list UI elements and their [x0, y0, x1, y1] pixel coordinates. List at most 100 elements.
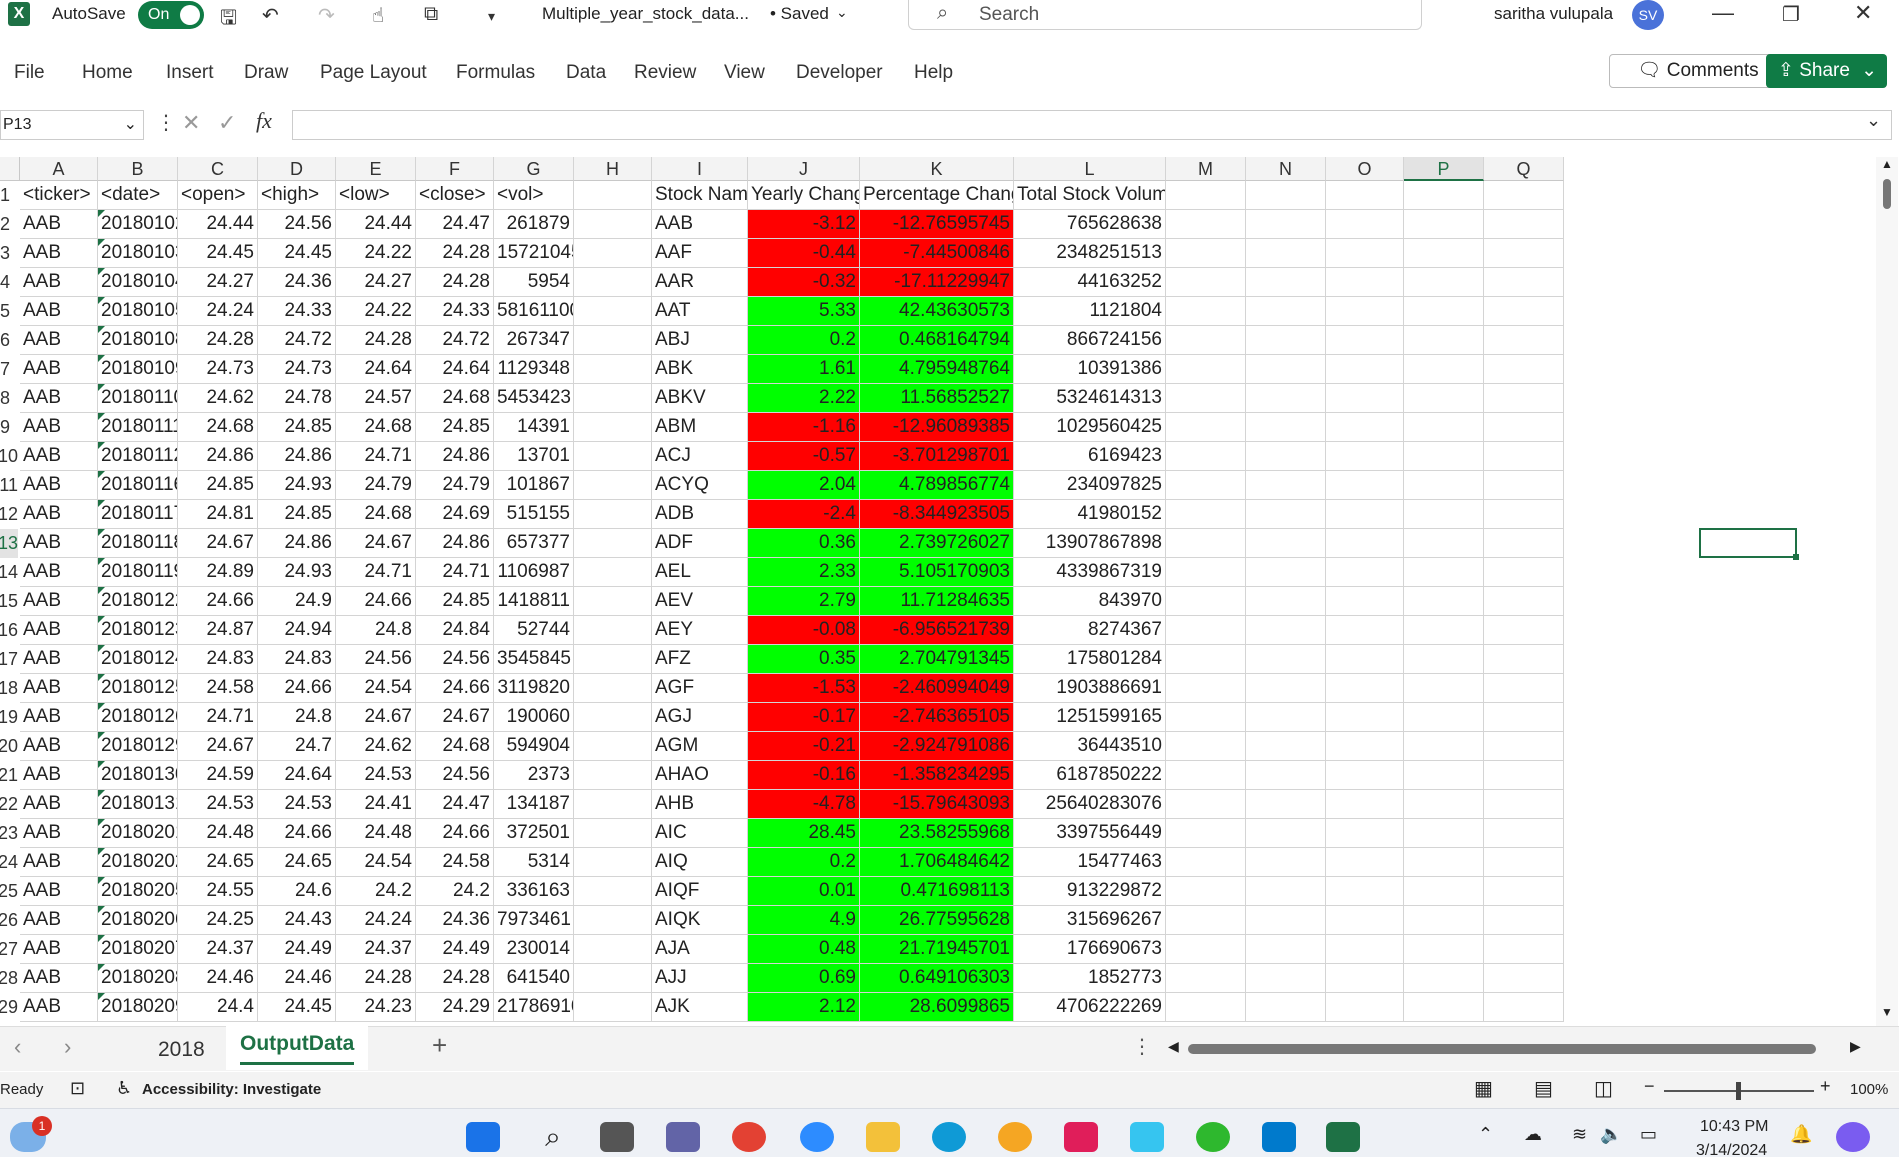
- table-cell[interactable]: 24.65: [258, 848, 336, 877]
- empty-cell[interactable]: [1484, 529, 1564, 558]
- empty-cell[interactable]: [1404, 500, 1484, 529]
- percentage-change-cell[interactable]: 0.649106303: [860, 964, 1014, 993]
- column-header-i[interactable]: I: [652, 157, 748, 181]
- percentage-change-cell[interactable]: 0.468164794: [860, 326, 1014, 355]
- yearly-change-cell[interactable]: 0.01: [748, 877, 860, 906]
- stock-name-cell[interactable]: ADF: [652, 529, 748, 558]
- sheet-tab-2018[interactable]: 2018: [158, 1038, 205, 1062]
- empty-cell[interactable]: [1166, 703, 1246, 732]
- table-cell[interactable]: 24.33: [258, 297, 336, 326]
- table-cell[interactable]: 21786910: [494, 993, 574, 1022]
- table-cell[interactable]: AAB: [20, 732, 98, 761]
- table-cell[interactable]: 24.71: [416, 558, 494, 587]
- column-header-f[interactable]: F: [416, 157, 494, 181]
- empty-cell[interactable]: [574, 790, 652, 819]
- total-volume-cell[interactable]: 8274367: [1014, 616, 1166, 645]
- table-cell[interactable]: 24.58: [416, 848, 494, 877]
- empty-cell[interactable]: [1166, 645, 1246, 674]
- empty-cell[interactable]: [1246, 297, 1326, 326]
- empty-cell[interactable]: [1246, 819, 1326, 848]
- tab-view[interactable]: View: [724, 62, 765, 84]
- empty-cell[interactable]: [1246, 761, 1326, 790]
- undo-icon[interactable]: ↶: [262, 3, 279, 28]
- empty-cell[interactable]: [574, 993, 652, 1022]
- yearly-change-cell[interactable]: -0.57: [748, 442, 860, 471]
- yearly-change-cell[interactable]: -0.08: [748, 616, 860, 645]
- header-cell[interactable]: <vol>: [494, 181, 574, 210]
- empty-cell[interactable]: [1404, 993, 1484, 1022]
- table-cell[interactable]: 24.93: [258, 471, 336, 500]
- table-cell[interactable]: 24.64: [336, 355, 416, 384]
- yearly-change-cell[interactable]: -1.16: [748, 413, 860, 442]
- empty-cell[interactable]: [1404, 558, 1484, 587]
- column-header-a[interactable]: A: [20, 157, 98, 181]
- row-header[interactable]: 29: [0, 993, 18, 1022]
- empty-cell[interactable]: [574, 616, 652, 645]
- empty-cell[interactable]: [1484, 210, 1564, 239]
- table-cell[interactable]: 24.28: [416, 964, 494, 993]
- yearly-change-cell[interactable]: -0.32: [748, 268, 860, 297]
- empty-cell[interactable]: [1246, 674, 1326, 703]
- empty-cell[interactable]: [1166, 326, 1246, 355]
- table-cell[interactable]: 24.29: [416, 993, 494, 1022]
- yearly-change-cell[interactable]: 0.2: [748, 326, 860, 355]
- page-layout-view-icon[interactable]: ▤: [1534, 1076, 1553, 1101]
- file-name[interactable]: Multiple_year_stock_data...: [542, 4, 749, 24]
- stock-name-cell[interactable]: AJJ: [652, 964, 748, 993]
- header-cell[interactable]: <close>: [416, 181, 494, 210]
- table-cell[interactable]: AAB: [20, 819, 98, 848]
- total-volume-cell[interactable]: 4706222269: [1014, 993, 1166, 1022]
- horizontal-scrollbar[interactable]: ◀ ▶: [1166, 1038, 1866, 1058]
- table-cell[interactable]: 24.73: [258, 355, 336, 384]
- excel-taskbar-icon[interactable]: [1326, 1122, 1360, 1152]
- empty-cell[interactable]: [1246, 645, 1326, 674]
- empty-cell[interactable]: [1326, 384, 1404, 413]
- customize-toolbar-icon[interactable]: ▾: [488, 8, 495, 25]
- table-cell[interactable]: AAB: [20, 993, 98, 1022]
- empty-cell[interactable]: [574, 558, 652, 587]
- table-cell[interactable]: 101867: [494, 471, 574, 500]
- empty-cell[interactable]: [1404, 906, 1484, 935]
- table-cell[interactable]: 24.65: [178, 848, 258, 877]
- expand-formula-icon[interactable]: ⌄: [1866, 110, 1881, 131]
- table-cell[interactable]: 20180108: [98, 326, 178, 355]
- percentage-change-cell[interactable]: 21.71945701: [860, 935, 1014, 964]
- empty-cell[interactable]: [1484, 384, 1564, 413]
- scroll-up-icon[interactable]: ▲: [1881, 157, 1893, 171]
- table-cell[interactable]: AAB: [20, 645, 98, 674]
- table-cell[interactable]: 24.79: [416, 471, 494, 500]
- teams-icon[interactable]: [666, 1122, 700, 1152]
- percentage-change-cell[interactable]: -1.358234295: [860, 761, 1014, 790]
- table-cell[interactable]: 24.56: [416, 645, 494, 674]
- header-cell[interactable]: Total Stock Volume: [1014, 181, 1166, 210]
- table-cell[interactable]: 13701: [494, 442, 574, 471]
- table-cell[interactable]: 24.23: [336, 993, 416, 1022]
- slack-icon[interactable]: [1064, 1122, 1098, 1152]
- header-cell[interactable]: <ticker>: [20, 181, 98, 210]
- empty-cell[interactable]: [1404, 935, 1484, 964]
- empty-cell[interactable]: [1404, 384, 1484, 413]
- row-header[interactable]: 2: [0, 210, 18, 239]
- empty-cell[interactable]: [1166, 268, 1246, 297]
- table-cell[interactable]: 24.85: [416, 587, 494, 616]
- table-cell[interactable]: AAB: [20, 413, 98, 442]
- table-cell[interactable]: 24.62: [336, 732, 416, 761]
- table-cell[interactable]: 15721045: [494, 239, 574, 268]
- total-volume-cell[interactable]: 315696267: [1014, 906, 1166, 935]
- row-header[interactable]: 9: [0, 413, 18, 442]
- scroll-right-icon[interactable]: ▶: [1850, 1038, 1861, 1055]
- empty-cell[interactable]: [1166, 471, 1246, 500]
- empty-cell[interactable]: [1326, 964, 1404, 993]
- empty-cell[interactable]: [1246, 993, 1326, 1022]
- app-green-icon[interactable]: [1196, 1122, 1230, 1152]
- row-header[interactable]: 14: [0, 558, 18, 587]
- empty-cell[interactable]: [1484, 819, 1564, 848]
- percentage-change-cell[interactable]: 2.739726027: [860, 529, 1014, 558]
- stock-name-cell[interactable]: AHAO: [652, 761, 748, 790]
- table-cell[interactable]: AAB: [20, 761, 98, 790]
- header-cell[interactable]: <high>: [258, 181, 336, 210]
- empty-cell[interactable]: [1484, 906, 1564, 935]
- empty-cell[interactable]: [1166, 674, 1246, 703]
- table-cell[interactable]: 20180119: [98, 558, 178, 587]
- total-volume-cell[interactable]: 843970: [1014, 587, 1166, 616]
